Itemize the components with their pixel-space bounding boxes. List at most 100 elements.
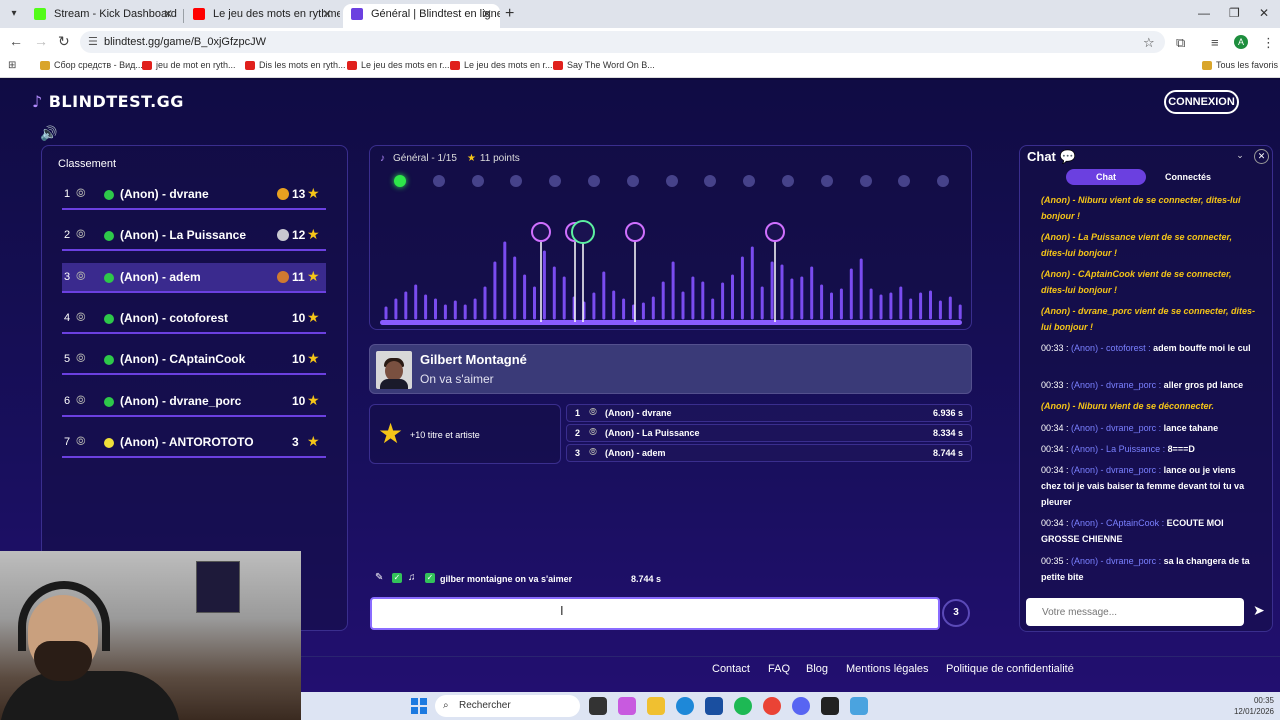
restore-icon[interactable]: ❐	[1229, 6, 1240, 20]
text-cursor-icon: I	[560, 603, 564, 618]
tab-title: Stream - Kick Dashboard	[54, 8, 177, 20]
player-rank: 5	[64, 353, 71, 366]
clock-date: 12/01/2026	[1233, 707, 1274, 716]
chrome-icon[interactable]	[763, 697, 781, 715]
medal-icon	[277, 229, 289, 242]
profile-avatar[interactable]: A	[1234, 35, 1248, 49]
window-close-icon[interactable]: ✕	[1259, 6, 1269, 20]
round-header: ♪ Général - 1/15 ★ 11 points	[380, 153, 520, 164]
edge-icon[interactable]	[676, 697, 694, 715]
answer-marker-avatar	[531, 222, 551, 242]
audio-visualizer	[380, 220, 962, 325]
score-star-icon: ★	[307, 350, 320, 367]
player-score: 10	[292, 393, 306, 408]
medal-icon	[277, 270, 289, 283]
all-bookmarks[interactable]: Tous les favoris	[1202, 60, 1278, 70]
taskbar-clock[interactable]: 00:35 12/01/2026	[1220, 692, 1278, 720]
apps-icon[interactable]: ⊞	[8, 60, 16, 71]
task-view-icon[interactable]	[589, 697, 607, 715]
fastest-time: 6.936 s	[932, 408, 963, 418]
tab-close-icon[interactable]: ✕	[322, 4, 332, 24]
browser-tab-kick[interactable]: Stream - Kick Dashboard ✕	[26, 4, 181, 28]
volume-icon[interactable]: 🔊	[40, 125, 57, 142]
player-avatar-icon: ⦾	[589, 407, 597, 418]
send-icon[interactable]: ➤	[1253, 602, 1265, 619]
chat-close-icon[interactable]: ✕	[1254, 149, 1269, 164]
chat-system-message: (Anon) - CAptainCook vient de se connect…	[1041, 269, 1232, 295]
blindtest-favicon-icon	[351, 8, 363, 20]
menu-icon[interactable]: ⋮	[1262, 35, 1275, 51]
new-tab-icon[interactable]: +	[505, 5, 514, 23]
message-author: (Anon) - cotoforest :	[1071, 343, 1151, 353]
extensions-icon[interactable]: ⧉	[1176, 35, 1185, 51]
kick-app-icon[interactable]	[821, 697, 839, 715]
browser-tab-youtube[interactable]: Le jeu des mots en rythme. 4 n ✕	[185, 4, 340, 28]
reload-icon[interactable]: ↻	[58, 33, 70, 50]
app-icon[interactable]	[850, 697, 868, 715]
status-dot-icon	[104, 190, 114, 200]
score-star-icon: ★	[307, 267, 320, 284]
browser-tab-blindtest[interactable]: Général | Blindtest en ligne ✕	[343, 4, 500, 28]
tab-close-icon[interactable]: ✕	[482, 4, 492, 24]
message-time: 00:34 :	[1041, 444, 1069, 454]
fastest-time: 8.744 s	[932, 448, 963, 458]
site-info-icon[interactable]: ☰	[88, 31, 98, 53]
message-author: (Anon) - CAptainCook :	[1071, 518, 1165, 528]
chat-collapse-icon[interactable]: ⌄	[1233, 150, 1247, 164]
minimize-icon[interactable]: —	[1198, 6, 1210, 20]
footer-link-blog[interactable]: Blog	[806, 663, 828, 675]
message-time: 00:33 :	[1041, 380, 1069, 390]
store-icon[interactable]	[705, 697, 723, 715]
copilot-icon[interactable]	[618, 697, 636, 715]
chat-message-input[interactable]	[1026, 598, 1244, 626]
footer-link-privacy[interactable]: Politique de confidentialité	[946, 663, 1074, 675]
tab-search-icon[interactable]: ▾	[6, 6, 22, 22]
title-note-icon: ♫	[408, 572, 416, 583]
search-placeholder: Rechercher	[459, 700, 511, 711]
tab-close-icon[interactable]: ✕	[163, 4, 173, 24]
player-rank: 1	[64, 188, 71, 200]
spotify-icon[interactable]	[734, 697, 752, 715]
round-progress	[390, 175, 960, 187]
tab-connectes[interactable]: Connectés	[1148, 169, 1228, 185]
chat-message: 00:34 : (Anon) - dvrane_porc : lance ou …	[1041, 462, 1256, 510]
address-bar[interactable]: ☰ blindtest.gg/game/B_0xjGfzpcJW	[80, 31, 1165, 53]
bookmark-item[interactable]: Le jeu des mots en r...	[450, 60, 553, 70]
tab-chat[interactable]: Chat	[1066, 169, 1146, 185]
footer-link-contact[interactable]: Contact	[712, 663, 750, 675]
bookmark-star-icon[interactable]: ☆	[1143, 35, 1155, 51]
discord-icon[interactable]	[792, 697, 810, 715]
round-dot	[820, 175, 833, 187]
answer-marker-avatar	[571, 220, 595, 244]
footer-link-mentions[interactable]: Mentions légales	[846, 663, 929, 675]
cam-poster	[196, 561, 240, 613]
chat-message: 00:35 : (Anon) - dvrane_porc : sa la cha…	[1041, 553, 1256, 585]
speech-bubble-icon: 💬	[1059, 149, 1076, 164]
bookmark-item[interactable]: Le jeu des mots en r...	[347, 60, 450, 70]
player-rank: 3	[64, 270, 71, 283]
windows-start-icon[interactable]	[411, 698, 427, 714]
logo-text: BLINDTEST.GG	[48, 92, 184, 111]
bookmark-item[interactable]: Say The Word On B...	[553, 60, 655, 70]
answer-marker-avatar	[765, 222, 785, 242]
bookmark-label: jeu de mot en ryth...	[156, 60, 236, 70]
answer-input[interactable]	[370, 597, 940, 630]
taskbar-search[interactable]: ⌕ Rechercher	[435, 695, 580, 717]
bookmark-item[interactable]: Dis les mots en ryth...	[245, 60, 346, 70]
connexion-button[interactable]: CONNEXION	[1164, 90, 1239, 114]
player-rank: 2	[64, 229, 71, 242]
bookmark-label: Dis les mots en ryth...	[259, 60, 346, 70]
footer-link-faq[interactable]: FAQ	[768, 663, 790, 675]
bookmark-label: Le jeu des mots en r...	[361, 60, 450, 70]
reading-list-icon[interactable]: ≡	[1211, 35, 1219, 50]
round-dot	[859, 175, 872, 187]
back-icon[interactable]: ←	[9, 33, 23, 49]
bookmark-item[interactable]: jeu de mot en ryth...	[142, 60, 236, 70]
forward-icon[interactable]: →	[34, 33, 48, 49]
site-logo[interactable]: ♪ BLINDTEST.GG	[32, 92, 184, 111]
player-score: 13	[292, 187, 306, 201]
file-explorer-icon[interactable]	[647, 697, 665, 715]
message-time: 00:33 :	[1041, 343, 1069, 353]
cover-face	[385, 361, 403, 381]
bookmark-item[interactable]: Сбор средств - Вид...	[40, 60, 143, 70]
